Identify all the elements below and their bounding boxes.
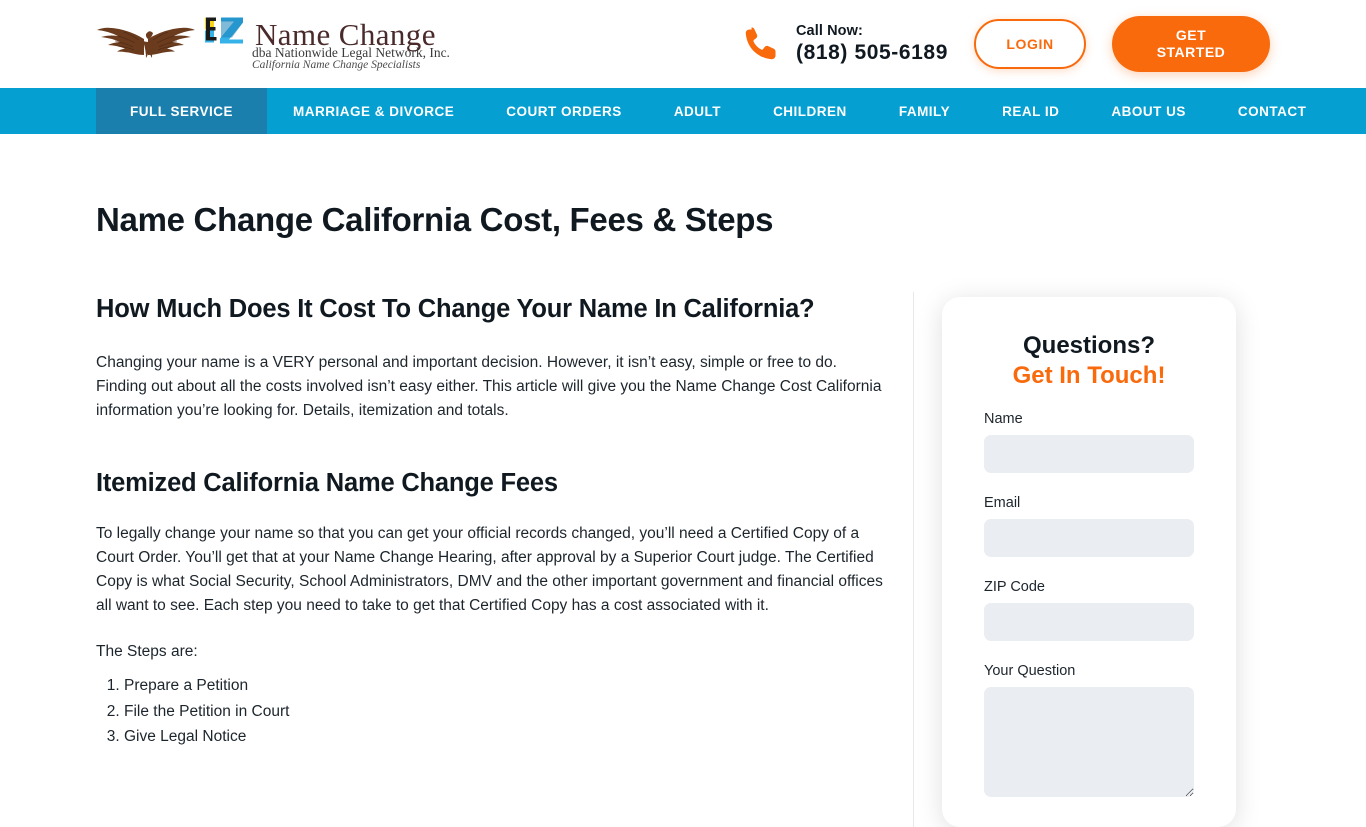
field-label: Email (984, 495, 1021, 512)
nav-item-full-service[interactable]: FULL SERVICE (96, 88, 268, 134)
section-paragraph-itemized: To legally change your name so that you … (96, 525, 883, 615)
contact-form-card: Questions? Get In Touch! Name Email ZIP Co… (942, 297, 1236, 827)
nav-item-family[interactable]: FAMILY (873, 88, 976, 134)
nav-item-label: MARRIAGE & DIVORCE (293, 103, 455, 119)
question-textarea[interactable] (984, 687, 1194, 798)
get-started-line1: GET (1175, 27, 1207, 44)
nav-item-label: REAL ID (1002, 103, 1060, 119)
nav-item-court-orders[interactable]: COURT ORDERS (480, 88, 648, 134)
step-item: Prepare a Petition (124, 673, 886, 699)
step-item: Give Legal Notice (124, 724, 886, 750)
eagle-icon (97, 27, 195, 58)
column-divider (913, 292, 914, 827)
section-heading-cost: How Much Does It Cost To Change Your Nam… (96, 295, 815, 323)
nav-item-real-id[interactable]: REAL ID (976, 88, 1085, 134)
get-started-line2: STARTED (1156, 44, 1226, 60)
header-actions: Call Now: (818) 505-6189 LOGIN GET START… (740, 16, 1270, 72)
card-title-get-in-touch: Get In Touch! (1012, 361, 1166, 389)
form-field-email: Email (984, 495, 1194, 558)
steps-intro: The Steps are: (96, 643, 198, 661)
nav-item-label: ABOUT US (1111, 103, 1186, 119)
phone-icon (745, 27, 776, 60)
get-started-button[interactable]: GET STARTED (1112, 16, 1270, 72)
steps-list: Prepare a PetitionFile the Petition in C… (96, 673, 886, 750)
nav-item-children[interactable]: CHILDREN (747, 88, 873, 134)
login-button[interactable]: LOGIN (974, 19, 1086, 69)
logo-subtitle-tagline: California Name Change Specialists (252, 59, 421, 71)
page-title: Name Change California Cost, Fees & Step… (96, 201, 774, 238)
call-now-label: Call Now: (795, 23, 863, 39)
contact-form-fields: Name Email ZIP Code Your Question (984, 411, 1194, 798)
form-field-zip-code: ZIP Code (984, 579, 1194, 642)
main-navigation: FULL SERVICE MARRIAGE & DIVORCE COURT ORDE… (0, 88, 1366, 134)
form-field-name: Name (984, 411, 1194, 474)
site-header: Name Change dba Nationwide Legal Network… (0, 0, 1366, 88)
nav-item-adult[interactable]: ADULT (648, 88, 747, 134)
field-label: Your Question (984, 663, 1076, 680)
call-now-block[interactable]: Call Now: (818) 505-6189 (740, 23, 948, 65)
article-column: How Much Does It Cost To Change Your Nam… (96, 292, 886, 827)
card-title-questions: Questions? (1022, 332, 1155, 359)
field-label: Name (984, 411, 1023, 428)
nav-item-label: CHILDREN (773, 103, 847, 119)
section-paragraph-cost: Changing your name is a VERY personal an… (96, 354, 882, 420)
nav-item-marriage-divorce[interactable]: MARRIAGE & DIVORCE (267, 88, 480, 134)
content-columns: How Much Does It Cost To Change Your Nam… (96, 239, 1270, 827)
email-input[interactable] (984, 519, 1194, 558)
nav-item-contact[interactable]: CONTACT (1212, 88, 1333, 134)
logo-text-block: Name Change dba Nationwide Legal Network… (204, 15, 450, 74)
logo[interactable]: Name Change dba Nationwide Legal Network… (96, 15, 450, 74)
nav-item-label: FAMILY (898, 103, 951, 119)
nav-item-label: FULL SERVICE (130, 103, 234, 119)
phone-number[interactable]: (818) 505-6189 (796, 41, 948, 65)
logo-subtitle-dba: dba Nationwide Legal Network, Inc. (252, 44, 450, 60)
nav-item-label: CONTACT (1237, 103, 1307, 119)
nav-item-label: COURT ORDERS (506, 103, 622, 119)
sidebar-column: Questions? Get In Touch! Name Email ZIP Co… (942, 292, 1270, 827)
step-item: File the Petition in Court (124, 699, 886, 725)
ez-monogram-icon (205, 17, 243, 43)
page-content: Name Change California Cost, Fees & Step… (0, 134, 1366, 827)
section-heading-itemized: Itemized California Name Change Fees (96, 469, 558, 498)
zip-code-input[interactable] (984, 603, 1194, 642)
field-label: ZIP Code (984, 579, 1045, 596)
nav-item-about-us[interactable]: ABOUT US (1085, 88, 1212, 134)
form-field-your-question: Your Question (984, 663, 1194, 798)
name-input[interactable] (984, 435, 1194, 474)
nav-item-label: ADULT (673, 103, 722, 119)
